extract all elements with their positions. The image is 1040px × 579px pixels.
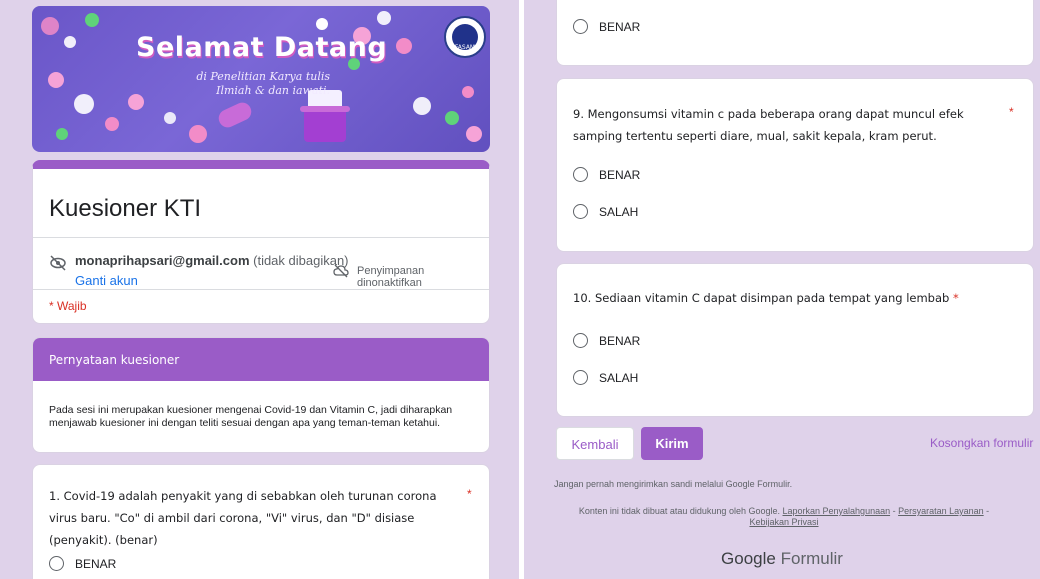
privacy-link[interactable]: Kebijakan Privasi [749, 517, 818, 527]
question-card-9: 9. Mengonsumsi vitamin c pada beberapa o… [556, 78, 1034, 252]
account-email: monaprihapsari@gmail.com [75, 253, 250, 268]
account-email-row: monaprihapsari@gmail.com (tidak dibagika… [75, 253, 349, 268]
section-header: Pernyataan kuesioner [33, 338, 489, 381]
form-title-card: Kuesioner KTI monaprihapsari@gmail.com (… [32, 160, 490, 324]
switch-account-link[interactable]: Ganti akun [75, 273, 138, 288]
account-divider [33, 289, 489, 290]
required-mark: * [1009, 105, 1014, 119]
report-abuse-link[interactable]: Laporkan Penyalahgunaan [783, 506, 891, 516]
save-status: Penyimpanan dinonaktifkan [357, 265, 425, 289]
password-warning: Jangan pernah mengirimkan sandi melalui … [554, 479, 793, 489]
right-screenshot-panel: BENAR 9. Mengonsumsi vitamin c pada bebe… [524, 0, 1040, 579]
radio-button[interactable] [573, 333, 588, 348]
question-9-text: 9. Mengonsumsi vitamin c pada beberapa o… [573, 107, 964, 143]
banner-subtitle: di Penelitian Karya tulis Ilmiah & dan i… [196, 70, 330, 97]
question-10-text: 10. Sediaan vitamin C dapat disimpan pad… [573, 287, 959, 309]
google-forms-logo[interactable]: Google Formulir [524, 549, 1040, 569]
section-card: Pernyataan kuesioner Pada sesi ini merup… [32, 337, 490, 453]
clear-form-button[interactable]: Kosongkan formulir [930, 436, 1033, 450]
back-button[interactable]: Kembali [556, 427, 634, 460]
option-label: BENAR [599, 334, 641, 348]
submit-button-label: Kirim [655, 436, 689, 451]
institution-logo: FASAM [444, 16, 486, 58]
required-mark: * [953, 291, 959, 305]
question-1-text: 1. Covid-19 adalah penyakit yang di seba… [49, 489, 437, 547]
required-mark: * [467, 487, 472, 501]
question-card-1: 1. Covid-19 adalah penyakit yang di seba… [32, 464, 490, 579]
question-card-10: 10. Sediaan vitamin C dapat disimpan pad… [556, 263, 1034, 417]
required-note: * Wajib [49, 299, 87, 313]
radio-button[interactable] [573, 167, 588, 182]
section-title: Pernyataan kuesioner [49, 353, 180, 367]
radio-button[interactable] [49, 556, 64, 571]
form-title: Kuesioner KTI [49, 195, 202, 222]
question-card-8: BENAR [556, 0, 1034, 66]
radio-button[interactable] [573, 204, 588, 219]
brand-google: Google [721, 549, 776, 568]
footer-separator: - [983, 506, 990, 516]
terms-link[interactable]: Persyaratan Layanan [898, 506, 984, 516]
back-button-label: Kembali [571, 437, 619, 452]
disclaimer-text: Konten ini tidak dibuat atau didukung ol… [578, 506, 780, 516]
option-label: BENAR [599, 20, 641, 34]
footer-disclaimer: Konten ini tidak dibuat atau didukung ol… [564, 506, 1004, 528]
section-description: Pada sesi ini merupakan kuesioner mengen… [49, 404, 453, 429]
header-banner: Selamat Datang di Penelitian Karya tulis… [32, 6, 490, 152]
banner-title: Selamat Datang [136, 32, 388, 63]
title-divider [33, 237, 489, 238]
radio-button[interactable] [573, 19, 588, 34]
cloud-off-icon [333, 264, 349, 278]
footer-separator: - [890, 506, 899, 516]
eye-off-icon [50, 255, 66, 271]
left-screenshot-panel: Selamat Datang di Penelitian Karya tulis… [0, 0, 519, 579]
radio-button[interactable] [573, 370, 588, 385]
option-label: BENAR [599, 168, 641, 182]
logo-text: FASAM [454, 44, 476, 51]
option-label: BENAR [75, 557, 117, 571]
question-10-label: 10. Sediaan vitamin C dapat disimpan pad… [573, 291, 950, 305]
brand-forms: Formulir [780, 549, 843, 568]
option-label: SALAH [599, 205, 639, 219]
option-label: SALAH [599, 371, 639, 385]
submit-button[interactable]: Kirim [641, 427, 703, 460]
